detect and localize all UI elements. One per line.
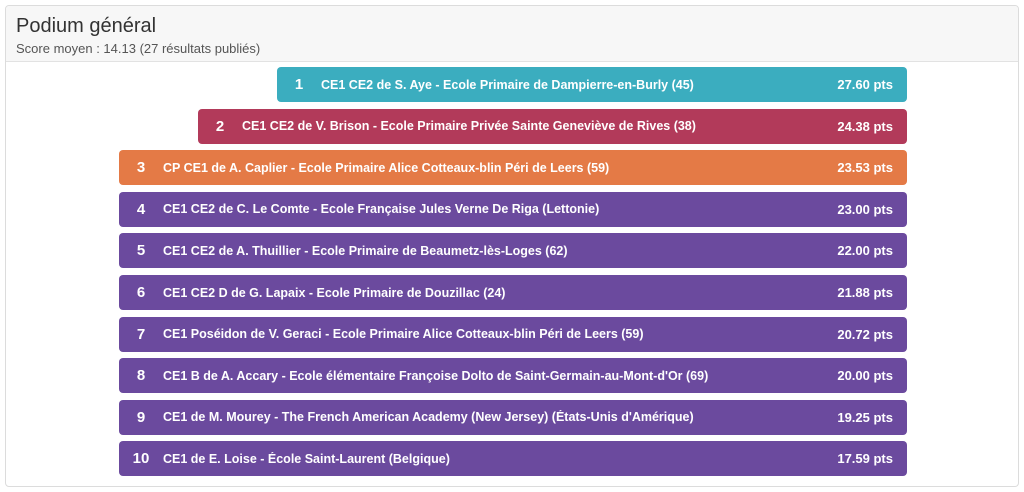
- podium-score: 27.60 pts: [837, 77, 893, 92]
- podium-row: 5 CE1 CE2 de A. Thuillier - Ecole Primair…: [119, 233, 907, 269]
- podium-rank: 3: [136, 159, 146, 177]
- podium-score: 17.59 pts: [837, 451, 893, 467]
- podium-score: 19.25 pts: [837, 409, 893, 425]
- podium-rank: 10: [132, 450, 150, 468]
- podium-rank: 4: [136, 200, 146, 218]
- page-title: Podium général: [16, 15, 157, 37]
- podium-score: 24.38 pts: [837, 118, 893, 134]
- podium-score: 20.72 pts: [837, 326, 893, 342]
- podium-row: 9 CE1 de M. Mourey - The French American …: [119, 399, 907, 435]
- podium-rank: 9: [136, 408, 146, 426]
- podium-score: 22.00 pts: [837, 243, 893, 259]
- podium-class-label: CE1 CE2 de C. Le Comte - Ecole Française…: [163, 202, 600, 217]
- podium-rank: 5: [136, 242, 146, 260]
- card-header: Podium général Score moyen : 14.13 (27 r…: [6, 6, 1018, 62]
- podium-class-label: CE1 CE2 de S. Aye - Ecole Primaire de Da…: [321, 77, 694, 92]
- podium-row: 7 CE1 Poséidon de V. Geraci - Ecole Prima…: [119, 316, 907, 352]
- podium-score: 21.88 pts: [837, 285, 893, 300]
- podium-rank: 2: [215, 117, 225, 135]
- podium-row: 10 CE1 de E. Loise - École Saint-Laurent …: [119, 441, 907, 477]
- podium-row: 2 CE1 CE2 de V. Brison - Ecole Primaire P…: [198, 108, 907, 144]
- podium-rank: 6: [136, 284, 146, 301]
- podium-class-label: CE1 B de A. Accary - Ecole élémentaire F…: [163, 368, 709, 383]
- podium-class-label: CE1 CE2 de A. Thuillier - Ecole Primaire…: [163, 243, 568, 258]
- podium-score: 23.53 pts: [837, 160, 893, 176]
- podium-class-label: CE1 Poséidon de V. Geraci - Ecole Primai…: [163, 327, 644, 342]
- podium-row: 8 CE1 B de A. Accary - Ecole élémentaire …: [119, 358, 907, 394]
- podium-row: 6 CE1 CE2 D de G. Lapaix - Ecole Primaire…: [119, 275, 907, 310]
- podium-rank: 1: [294, 76, 304, 93]
- podium-score: 23.00 pts: [837, 201, 893, 217]
- podium-row: 1 CE1 CE2 de S. Aye - Ecole Primaire de D…: [277, 67, 907, 102]
- podium-row: 4 CE1 CE2 de C. Le Comte - Ecole Français…: [119, 191, 907, 227]
- podium-class-label: CE1 CE2 D de G. Lapaix - Ecole Primaire …: [163, 285, 506, 300]
- podium-card: Podium général Score moyen : 14.13 (27 r…: [5, 5, 1019, 487]
- podium-rank: 8: [136, 367, 146, 385]
- podium-rank: 7: [136, 325, 146, 343]
- podium-row: 3 CP CE1 de A. Caplier - Ecole Primaire A…: [119, 150, 907, 186]
- podium-score: 20.00 pts: [837, 368, 893, 384]
- podium-class-label: CE1 de E. Loise - École Saint-Laurent (B…: [163, 451, 450, 466]
- average-score-subtitle: Score moyen : 14.13 (27 résultats publié…: [16, 41, 261, 56]
- podium-class-label: CE1 de M. Mourey - The French American A…: [163, 410, 694, 425]
- podium-class-label: CP CE1 de A. Caplier - Ecole Primaire Al…: [163, 160, 610, 175]
- podium-class-label: CE1 CE2 de V. Brison - Ecole Primaire Pr…: [242, 119, 696, 134]
